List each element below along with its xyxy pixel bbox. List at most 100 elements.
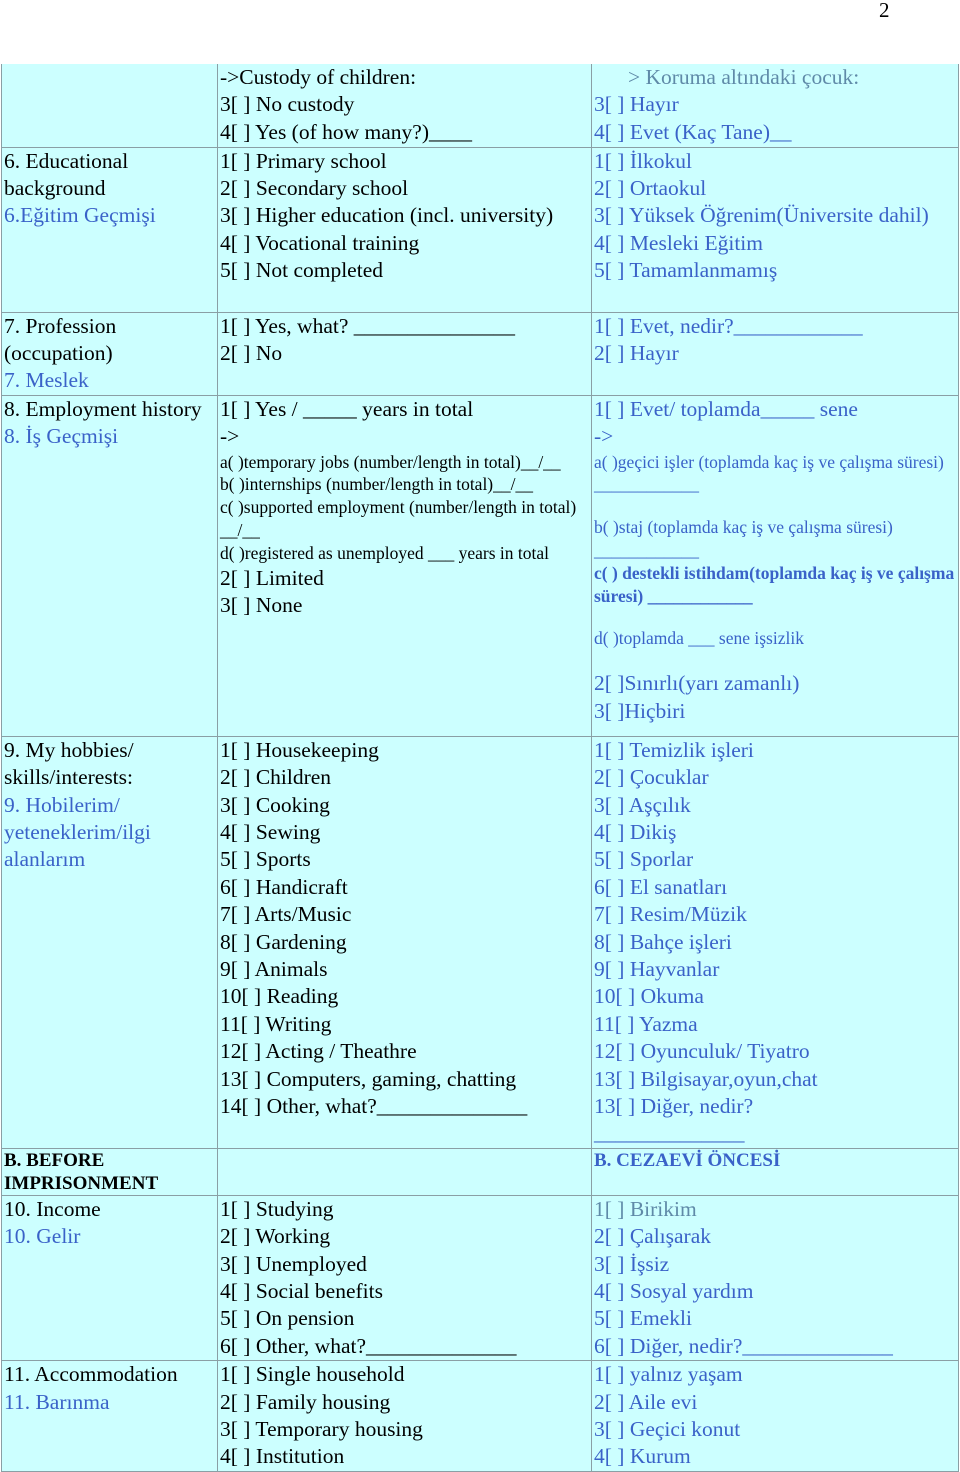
option-en[interactable]: 2[ ] Limited bbox=[220, 565, 589, 592]
options-tr-cell: 1[ ] Birikim 2[ ] Çalışarak 3[ ] İşsiz 4… bbox=[591, 1194, 959, 1361]
question-label-en: 7. Profession (occupation) bbox=[4, 313, 117, 365]
option-tr[interactable]: 4[ ] Kurum bbox=[594, 1443, 956, 1470]
arrow-en: -> bbox=[220, 424, 240, 449]
option-tr[interactable]: 3[ ] Hayır bbox=[594, 91, 956, 118]
option-tr[interactable]: 12[ ] Oyunculuk/ Tiyatro bbox=[594, 1038, 956, 1065]
option-en[interactable]: 2[ ] Secondary school bbox=[220, 175, 589, 202]
option-tr[interactable]: 13[ ] Bilgisayar,oyun,chat bbox=[594, 1066, 956, 1093]
option-tr[interactable]: 2[ ] Hayır bbox=[594, 340, 956, 367]
option-tr[interactable]: 2[ ] Çocuklar bbox=[594, 764, 956, 791]
option-tr[interactable]: 1[ ] Temizlik işleri bbox=[594, 737, 956, 764]
question-label-cell: 7. Profession (occupation) 7. Meslek bbox=[1, 311, 218, 396]
options-en-cell: ->Custody of children: 3[ ] No custody 4… bbox=[217, 64, 592, 147]
option-tr[interactable]: 1[ ] Birikim bbox=[594, 1196, 956, 1223]
option-en[interactable]: 3[ ] Cooking bbox=[220, 792, 589, 819]
option-en[interactable]: 5[ ] Sports bbox=[220, 846, 589, 873]
option-en[interactable]: 6[ ] Other, what?______________ bbox=[220, 1333, 589, 1360]
option-en[interactable]: 7[ ] Arts/Music bbox=[220, 901, 589, 928]
option-tr[interactable]: 3[ ] İşsiz bbox=[594, 1251, 956, 1278]
option-en[interactable]: 4[ ] Yes (of how many?)____ bbox=[220, 119, 589, 146]
option-tr[interactable]: 2[ ] Aile evi bbox=[594, 1389, 956, 1416]
option-en[interactable]: 4[ ] Institution bbox=[220, 1443, 589, 1470]
sub-option-en[interactable]: d( )registered as unemployed ___ years i… bbox=[220, 542, 589, 565]
option-tr[interactable]: 9[ ] Hayvanlar bbox=[594, 956, 956, 983]
option-en[interactable]: 1[ ] Primary school bbox=[220, 148, 589, 175]
question-label-tr: 6.Eğitim Geçmişi bbox=[4, 203, 156, 228]
option-tr[interactable]: 5[ ] Sporlar bbox=[594, 846, 956, 873]
option-en[interactable]: 1[ ] Housekeeping bbox=[220, 737, 589, 764]
option-tr[interactable]: 6[ ] El sanatları bbox=[594, 874, 956, 901]
options-en-cell: 1[ ] Single household 2[ ] Family housin… bbox=[217, 1360, 592, 1472]
sub-option-tr[interactable]: c( ) destekli istihdam(toplamda kaç iş v… bbox=[594, 562, 956, 608]
option-tr[interactable]: 3[ ] Geçici konut bbox=[594, 1416, 956, 1443]
question-label-cell bbox=[1, 64, 218, 147]
option-tr[interactable]: 4[ ] Evet (Kaç Tane)__ bbox=[594, 119, 956, 146]
option-tr[interactable]: 5[ ] Tamamlanmamış bbox=[594, 257, 956, 284]
option-en[interactable]: 4[ ] Vocational training bbox=[220, 230, 589, 257]
option-en[interactable]: 1[ ] Yes / _____ years in total bbox=[220, 396, 589, 423]
option-tr[interactable]: 10[ ] Okuma bbox=[594, 983, 956, 1010]
sub-option-tr[interactable]: b( )staj (toplamda kaç iş ve çalışma sür… bbox=[594, 516, 956, 562]
question-label-tr: 10. Gelir bbox=[4, 1224, 81, 1249]
option-en[interactable]: 3[ ] Temporary housing bbox=[220, 1416, 589, 1443]
option-en[interactable]: 10[ ] Reading bbox=[220, 983, 589, 1010]
question-label-tr: 8. İş Geçmişi bbox=[4, 424, 119, 449]
sub-option-en[interactable]: a( )temporary jobs (number/length in tot… bbox=[220, 451, 589, 474]
option-tr[interactable]: 11[ ] Yazma bbox=[594, 1011, 956, 1038]
option-en[interactable]: 4[ ] Sewing bbox=[220, 819, 589, 846]
row-custody: ->Custody of children: 3[ ] No custody 4… bbox=[1, 64, 959, 147]
option-en[interactable]: 2[ ] Children bbox=[220, 764, 589, 791]
sub-option-tr[interactable]: a( )geçici işler (toplamda kaç iş ve çal… bbox=[594, 451, 956, 497]
sub-option-tr[interactable]: d( )toplamda ___ sene işsizlik bbox=[594, 627, 956, 650]
option-en[interactable]: 4[ ] Social benefits bbox=[220, 1278, 589, 1305]
option-tr[interactable]: 1[ ] İlkokul bbox=[594, 148, 956, 175]
option-tr[interactable]: 5[ ] Emekli bbox=[594, 1305, 956, 1332]
option-tr[interactable]: 2[ ]Sınırlı(yarı zamanlı) bbox=[594, 670, 956, 697]
options-en-cell: 1[ ] Yes / _____ years in total -> a( )t… bbox=[217, 394, 592, 737]
option-en[interactable]: 1[ ] Single household bbox=[220, 1361, 589, 1388]
option-tr[interactable]: 3[ ]Hiçbiri bbox=[594, 698, 956, 725]
option-tr[interactable]: 7[ ] Resim/Müzik bbox=[594, 901, 956, 928]
option-en[interactable]: 5[ ] On pension bbox=[220, 1305, 589, 1332]
option-en[interactable]: 1[ ] Yes, what? _______________ bbox=[220, 313, 589, 340]
sub-option-en[interactable]: c( )supported employment (number/length … bbox=[220, 496, 589, 542]
option-en[interactable]: 13[ ] Computers, gaming, chatting bbox=[220, 1066, 589, 1093]
option-en[interactable]: 1[ ] Studying bbox=[220, 1196, 589, 1223]
option-en[interactable]: 2[ ] No bbox=[220, 340, 589, 367]
sub-option-en[interactable]: b( )internships (number/length in total)… bbox=[220, 473, 589, 496]
option-en[interactable]: 11[ ] Writing bbox=[220, 1011, 589, 1038]
option-en[interactable]: 3[ ] Unemployed bbox=[220, 1251, 589, 1278]
option-tr[interactable]: 2[ ] Ortaokul bbox=[594, 175, 956, 202]
option-tr[interactable]: 4[ ] Mesleki Eğitim bbox=[594, 230, 956, 257]
question-label-cell: 11. Accommodation 11. Barınma bbox=[1, 1360, 218, 1472]
option-en[interactable]: 6[ ] Handicraft bbox=[220, 874, 589, 901]
option-en[interactable]: 3[ ] Higher education (incl. university) bbox=[220, 202, 589, 229]
page-number: 2 bbox=[879, 0, 890, 22]
option-tr[interactable]: 1[ ] Evet, nedir?____________ bbox=[594, 313, 956, 340]
options-en-cell: 1[ ] Yes, what? _______________ 2[ ] No bbox=[217, 311, 592, 396]
option-en[interactable]: 14[ ] Other, what?______________ bbox=[220, 1093, 589, 1120]
option-tr[interactable]: 6[ ] Diğer, nedir?______________ bbox=[594, 1333, 956, 1360]
option-en[interactable]: 3[ ] None bbox=[220, 592, 589, 619]
custody-heading-tr: > Koruma altındaki çocuk: bbox=[628, 65, 860, 89]
row-profession: 7. Profession (occupation) 7. Meslek 1[ … bbox=[1, 311, 959, 396]
option-tr[interactable]: 1[ ] yalnız yaşam bbox=[594, 1361, 956, 1388]
option-en[interactable]: 2[ ] Family housing bbox=[220, 1389, 589, 1416]
option-tr[interactable]: 4[ ] Dikiş bbox=[594, 819, 956, 846]
option-en[interactable]: 9[ ] Animals bbox=[220, 956, 589, 983]
option-tr[interactable]: 2[ ] Çalışarak bbox=[594, 1223, 956, 1250]
row-income: 10. Income 10. Gelir 1[ ] Studying 2[ ] … bbox=[1, 1194, 959, 1361]
option-en[interactable]: 8[ ] Gardening bbox=[220, 929, 589, 956]
option-tr[interactable]: 1[ ] Evet/ toplamda_____ sene bbox=[594, 396, 956, 423]
option-tr[interactable]: 13[ ] Diğer, nedir?______________ bbox=[594, 1093, 869, 1148]
option-tr[interactable]: 3[ ] Yüksek Öğrenim(Üniversite dahil) bbox=[594, 202, 956, 229]
option-tr[interactable]: 3[ ] Aşçılık bbox=[594, 792, 956, 819]
option-en[interactable]: 2[ ] Working bbox=[220, 1223, 589, 1250]
option-en[interactable]: 3[ ] No custody bbox=[220, 91, 589, 118]
option-tr[interactable]: 4[ ] Sosyal yardım bbox=[594, 1278, 956, 1305]
options-tr-cell: 1[ ] Evet/ toplamda_____ sene -> a( )geç… bbox=[591, 394, 959, 737]
option-tr[interactable]: 8[ ] Bahçe işleri bbox=[594, 929, 956, 956]
options-tr-cell: 1[ ] Temizlik işleri 2[ ] Çocuklar 3[ ] … bbox=[591, 735, 959, 1149]
option-en[interactable]: 12[ ] Acting / Theathre bbox=[220, 1038, 589, 1065]
option-en[interactable]: 5[ ] Not completed bbox=[220, 257, 589, 284]
